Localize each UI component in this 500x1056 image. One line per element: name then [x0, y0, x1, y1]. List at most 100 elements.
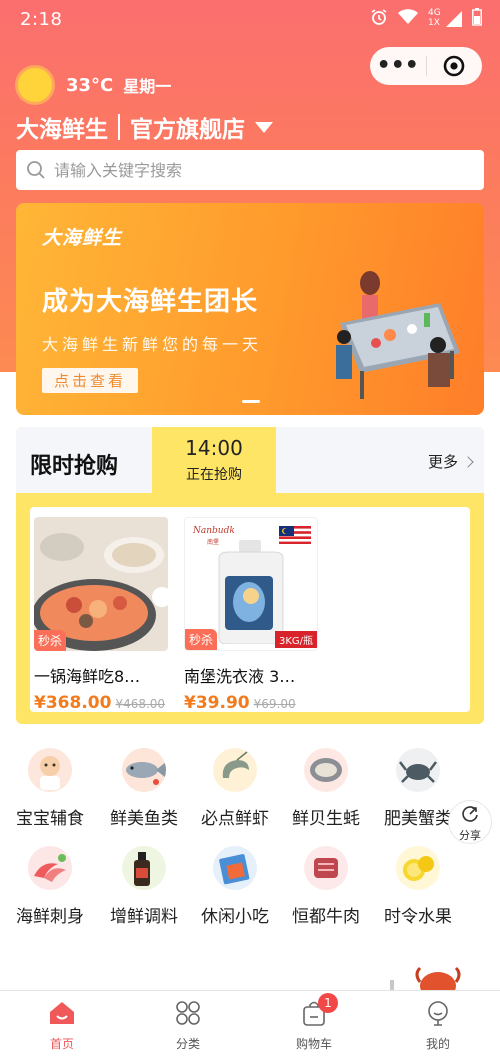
- category-icon: [176, 1001, 200, 1025]
- flash-sale-status: 正在抢购: [186, 467, 242, 483]
- product-original-price: ¥468.00: [115, 697, 166, 711]
- category-snack[interactable]: 休闲小吃: [185, 846, 285, 927]
- product-image-seafood-pot: 秒杀: [34, 517, 168, 651]
- team-leader-illustration: [336, 271, 460, 399]
- status-time: 2:18: [20, 9, 63, 30]
- category-label: 宝宝辅食: [16, 809, 84, 829]
- search-icon: [27, 161, 45, 179]
- category-label: 海鲜刺身: [16, 907, 84, 927]
- cart-badge: 1: [318, 993, 338, 1013]
- share-icon: [462, 806, 478, 822]
- more-menu-button[interactable]: •••: [370, 47, 426, 85]
- shrimp-icon: [213, 748, 257, 792]
- flash-sale-title: 限时抢购: [30, 454, 119, 479]
- tab-category[interactable]: 分类: [148, 999, 228, 1052]
- category-beef[interactable]: 恒都牛肉: [276, 846, 376, 927]
- category-fish[interactable]: 鲜美鱼类: [94, 748, 194, 829]
- weather-widget: 33°C 星期一: [18, 68, 171, 102]
- temperature: 33°C: [66, 74, 114, 96]
- tab-label: 购物车: [295, 1037, 332, 1051]
- flash-sale-more-link[interactable]: 更多: [427, 451, 474, 472]
- product-price: ¥368.00: [34, 693, 112, 713]
- product-pack-label: 3KG/瓶: [274, 631, 317, 648]
- product-brand: Nanbudk: [193, 526, 235, 536]
- category-baby-food[interactable]: 宝宝辅食: [0, 748, 100, 829]
- product-name: 一锅海鲜吃8…: [34, 667, 141, 686]
- promo-banner[interactable]: 大海鲜生 成为大海鲜生团长 大海鲜生新鲜您的每一天 点击查看: [16, 203, 484, 415]
- search-input[interactable]: [54, 160, 454, 180]
- category-shrimp[interactable]: 必点鲜虾: [185, 748, 285, 829]
- banner-subline: 大海鲜生新鲜您的每一天: [42, 335, 263, 354]
- flash-sale-section: 限时抢购 14:00 正在抢购 更多 秒杀 一锅海鲜吃8… ¥368.00 ¥4…: [16, 427, 484, 724]
- caret-down-icon: [255, 121, 273, 133]
- store-divider: [118, 114, 120, 140]
- tab-label: 分类: [175, 1037, 200, 1051]
- weekday: 星期一: [123, 77, 172, 96]
- more-label: 更多: [427, 453, 458, 471]
- flash-sale-header: 限时抢购 14:00 正在抢购 更多: [16, 427, 484, 493]
- flash-sale-timeslot[interactable]: 14:00 正在抢购: [152, 427, 276, 493]
- product-name: 南堡洗衣液 3…: [184, 667, 296, 686]
- alarm-icon: [370, 8, 388, 30]
- category-label: 恒都牛肉: [292, 907, 360, 927]
- seasoning-icon: [122, 846, 166, 890]
- tab-home[interactable]: 首页: [22, 999, 102, 1052]
- baby-food-icon: [28, 748, 72, 792]
- category-label: 鲜贝生蚝: [292, 809, 360, 829]
- category-label: 时令水果: [384, 907, 452, 927]
- sun-icon: [18, 68, 52, 102]
- store-type: 官方旗舰店: [130, 117, 245, 143]
- bottom-tab-bar: 首页 分类 1 购物车 我的: [0, 990, 500, 1056]
- banner-cta-button[interactable]: 点击查看: [42, 368, 139, 393]
- flash-sale-products: 秒杀 一锅海鲜吃8… ¥368.00 ¥468.00 Nanbudk 南堡 3K…: [30, 507, 470, 713]
- network-label: 4G: [428, 8, 441, 18]
- profile-icon: [428, 1001, 448, 1026]
- fruit-icon: [396, 846, 440, 890]
- share-button[interactable]: 分享: [448, 800, 492, 844]
- product-original-price: ¥69.00: [253, 697, 296, 711]
- banner-logo: 大海鲜生: [42, 227, 123, 249]
- snack-icon: [213, 846, 257, 890]
- flash-sale-time: 14:00: [185, 436, 243, 460]
- close-miniprogram-button[interactable]: [426, 54, 482, 78]
- wifi-icon: [398, 9, 418, 29]
- category-seasoning[interactable]: 增鲜调料: [94, 846, 194, 927]
- store-name: 大海鲜生: [16, 117, 108, 143]
- flash-sale-tag: 秒杀: [185, 629, 218, 650]
- banner-headline: 成为大海鲜生团长: [42, 287, 259, 317]
- tab-label: 我的: [425, 1037, 450, 1051]
- tab-profile[interactable]: 我的: [398, 999, 478, 1052]
- category-fruit[interactable]: 时令水果: [368, 846, 468, 927]
- carousel-indicator: [242, 400, 260, 403]
- category-sashimi[interactable]: 海鲜刺身: [0, 846, 100, 927]
- chevron-right-icon: [462, 455, 474, 468]
- sashimi-icon: [28, 846, 72, 890]
- beef-icon: [304, 846, 348, 890]
- status-icons: 4G 1X: [370, 8, 482, 30]
- oyster-icon: [304, 748, 348, 792]
- status-bar: 2:18 4G 1X: [0, 0, 500, 38]
- category-label: 休闲小吃: [201, 907, 269, 927]
- miniprogram-capsule: •••: [370, 47, 482, 85]
- tab-label: 首页: [49, 1037, 74, 1051]
- store-selector[interactable]: 大海鲜生 官方旗舰店: [16, 110, 273, 144]
- category-label: 鲜美鱼类: [110, 809, 178, 829]
- product-card[interactable]: 秒杀 一锅海鲜吃8… ¥368.00 ¥468.00: [34, 517, 168, 713]
- fish-icon: [122, 748, 166, 792]
- signal-icon: 4G 1X: [428, 8, 462, 28]
- tab-cart[interactable]: 1 购物车: [274, 993, 354, 1052]
- product-price: ¥39.90: [184, 693, 250, 713]
- category-oyster[interactable]: 鲜贝生蚝: [276, 748, 376, 829]
- product-card[interactable]: Nanbudk 南堡 3KG/瓶 秒杀 南堡洗衣液 3… ¥39.90 ¥69.…: [184, 517, 318, 713]
- home-icon: [50, 1002, 74, 1024]
- flash-sale-tag: 秒杀: [34, 630, 67, 651]
- target-icon: [443, 55, 465, 77]
- network-sub-label: 1X: [428, 18, 440, 28]
- product-image-detergent: Nanbudk 南堡 3KG/瓶 秒杀: [184, 517, 318, 651]
- share-label: 分享: [459, 829, 481, 842]
- lobster-image-partial: [390, 966, 461, 992]
- battery-icon: [472, 8, 482, 30]
- crab-icon: [396, 748, 440, 792]
- search-bar[interactable]: [16, 150, 484, 190]
- category-label: 必点鲜虾: [201, 809, 269, 829]
